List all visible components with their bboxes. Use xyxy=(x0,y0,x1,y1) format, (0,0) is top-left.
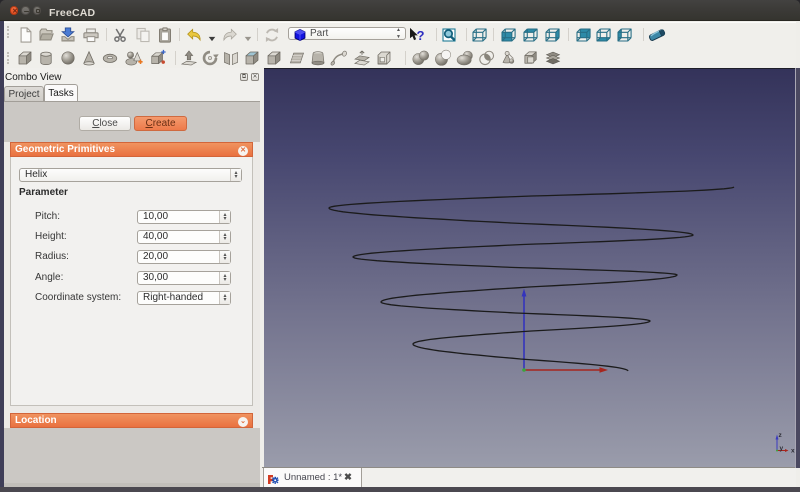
svg-text:z: z xyxy=(779,432,783,439)
svg-text:?: ? xyxy=(417,27,425,42)
svg-text:y: y xyxy=(780,445,784,452)
